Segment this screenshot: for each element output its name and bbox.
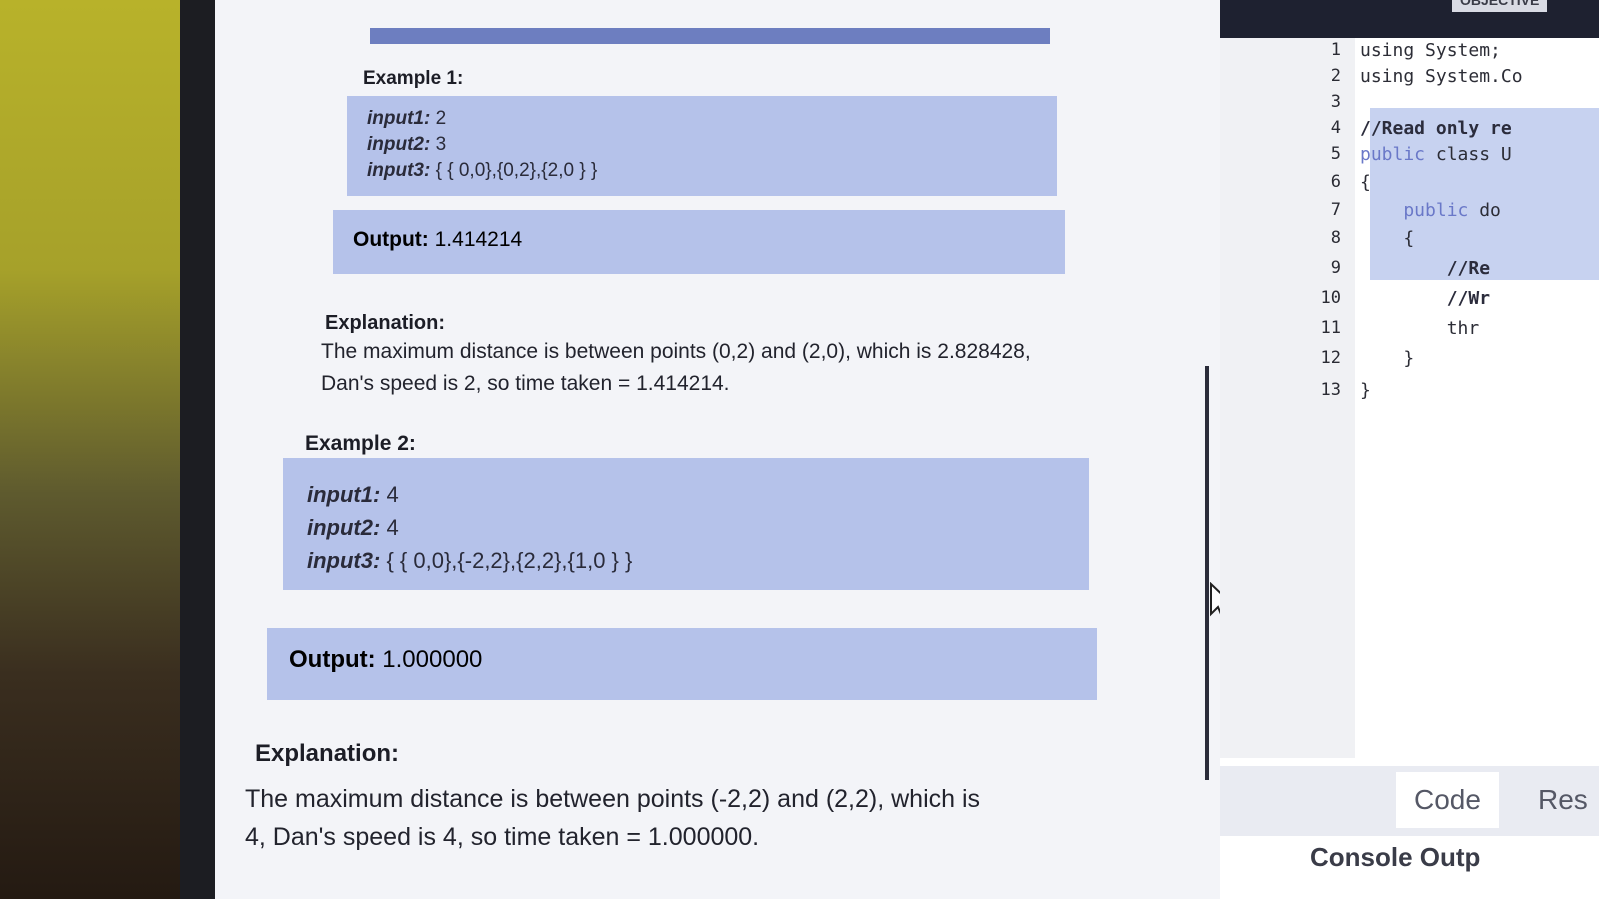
- editor-header: OBJECTIVE: [1220, 0, 1599, 38]
- example-1-input-box: input1: 2 input2: 3 input3: { { 0,0},{0,…: [347, 96, 1057, 196]
- example-2-input-box: input1: 4 input2: 4 input3: { { 0,0},{-2…: [283, 458, 1089, 590]
- line-number: 6: [1330, 172, 1341, 192]
- example-2-output-box: Output: 1.000000: [267, 628, 1097, 700]
- code-line: }: [1360, 380, 1371, 401]
- editor-tabs: Code Res: [1220, 766, 1599, 836]
- code-area[interactable]: using System; using System.Co //Read only …: [1360, 38, 1599, 758]
- example-2-label: Example 2:: [305, 432, 416, 455]
- problem-pane: Example 1: input1: 2 input2: 3 input3: {…: [215, 0, 1215, 899]
- code-line: //Wr: [1360, 288, 1491, 309]
- code-editor-pane: OBJECTIVE 1 2 3 4 5 6 7 8 9 10 11 12 13 using System…: [1220, 0, 1599, 899]
- example-2-input1: input1: 4: [307, 482, 399, 507]
- example-1-output-label: Output:: [353, 228, 429, 251]
- code-line: {: [1360, 228, 1415, 249]
- example-1-input1: input1: 2: [367, 108, 447, 129]
- code-line: }: [1360, 348, 1415, 369]
- line-number-gutter: 1 2 3 4 5 6 7 8 9 10 11 12 13: [1220, 38, 1355, 758]
- example-1-input2: input2: 3: [367, 134, 447, 155]
- pane-resize-handle[interactable]: [1205, 366, 1209, 780]
- line-number: 9: [1330, 258, 1341, 278]
- line-number: 13: [1320, 380, 1341, 400]
- line-number: 7: [1330, 200, 1341, 220]
- example-1-label: Example 1:: [363, 68, 464, 89]
- example-1-explanation: The maximum distance is between points (…: [321, 336, 1141, 400]
- example-1-explanation-line2: Dan's speed is 2, so time taken = 1.4142…: [321, 372, 730, 395]
- code-line: thr: [1360, 318, 1480, 339]
- code-line: public do: [1360, 200, 1501, 221]
- example-2-explanation-line1: The maximum distance is between points (…: [245, 785, 981, 813]
- line-number: 2: [1330, 66, 1341, 86]
- example-1-output-value: 1.414214: [428, 228, 523, 251]
- line-number: 10: [1320, 288, 1341, 308]
- line-number: 3: [1330, 92, 1341, 112]
- line-number: 5: [1330, 144, 1341, 164]
- code-line: //Read only re: [1360, 118, 1512, 139]
- example-1-explanation-line1: The maximum distance is between points (…: [321, 340, 1031, 363]
- example-2-explanation-label: Explanation:: [255, 740, 400, 767]
- example-2-output-label: Output:: [289, 646, 376, 673]
- example-2-input2: input2: 4: [307, 515, 399, 540]
- code-line: using System;: [1360, 40, 1501, 61]
- console-output-label: Console Outp: [1310, 842, 1481, 872]
- example-2-output-value: 1.000000: [375, 646, 483, 673]
- example-1-explanation-label: Explanation:: [325, 312, 446, 334]
- example-2-explanation-line2: 4, Dan's speed is 4, so time taken = 1.0…: [245, 823, 760, 851]
- example-1-input3: input3: { { 0,0},{0,2},{2,0 } }: [367, 160, 598, 181]
- code-line: public class U: [1360, 144, 1512, 165]
- line-number: 12: [1320, 348, 1341, 368]
- example-2-input3: input3: { { 0,0},{-2,2},{2,2},{1,0 } }: [307, 548, 633, 573]
- objective-tab[interactable]: OBJECTIVE: [1452, 0, 1548, 12]
- code-line: using System.Co: [1360, 66, 1523, 87]
- screen: Example 1: input1: 2 input2: 3 input3: {…: [215, 0, 1599, 899]
- line-number: 11: [1320, 318, 1341, 338]
- line-number: 8: [1330, 228, 1341, 248]
- line-number: 4: [1330, 118, 1341, 138]
- line-number: 1: [1330, 40, 1341, 60]
- example-1-output-box: Output: 1.414214: [333, 210, 1065, 274]
- code-line: {: [1360, 172, 1371, 193]
- tab-code[interactable]: Code: [1396, 772, 1499, 828]
- code-line: //Re: [1360, 258, 1491, 279]
- example-2-explanation: The maximum distance is between points (…: [245, 780, 1105, 856]
- tab-result[interactable]: Res: [1520, 772, 1599, 828]
- problem-header-bar: [370, 28, 1050, 44]
